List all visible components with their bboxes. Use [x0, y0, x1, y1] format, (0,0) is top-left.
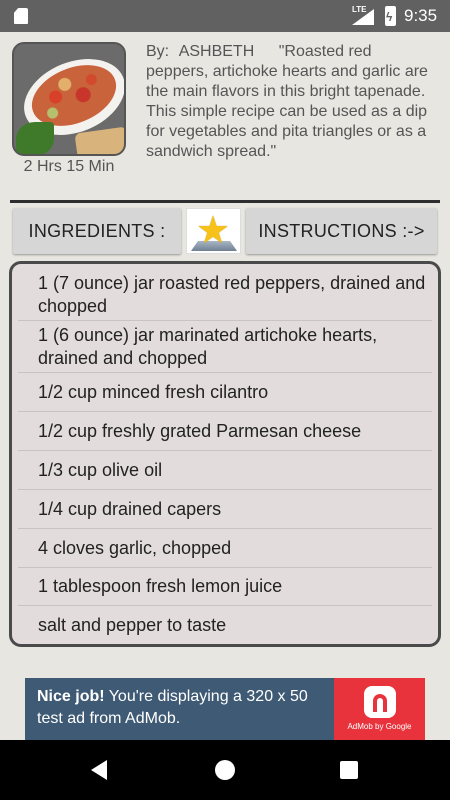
list-item[interactable]: 1/2 cup minced fresh cilantro	[18, 373, 432, 412]
admob-brand: AdMob by Google	[347, 722, 412, 731]
recipe-image	[12, 42, 126, 156]
list-item[interactable]: salt and pepper to taste	[18, 606, 432, 644]
ad-headline: Nice job!	[37, 688, 105, 705]
cook-time: 2 Hrs 15 Min	[23, 158, 115, 175]
network-type: LTE	[352, 5, 367, 14]
list-item[interactable]: 1 (6 ounce) jar marinated artichoke hear…	[18, 321, 432, 373]
list-item[interactable]: 1/3 cup olive oil	[18, 451, 432, 490]
ad-banner[interactable]: Nice job! You're displaying a 320 x 50 t…	[25, 678, 425, 740]
admob-badge: AdMob by Google	[334, 678, 425, 740]
recents-icon[interactable]	[340, 761, 358, 779]
star-icon: ★	[196, 210, 231, 252]
instructions-button[interactable]: INSTRUCTIONS :->	[246, 208, 437, 254]
recipe-description-block: By: ASHBETH "Roasted red peppers, artich…	[146, 42, 438, 162]
clock: 9:35	[404, 6, 438, 25]
tab-bar: INGREDIENTS : ★ INSTRUCTIONS :->	[0, 208, 450, 254]
ingredients-list[interactable]: 1 (7 ounce) jar roasted red peppers, dra…	[9, 261, 441, 647]
navigation-bar	[0, 740, 450, 800]
list-item[interactable]: 4 cloves garlic, chopped	[18, 529, 432, 568]
list-item[interactable]: 1/4 cup drained capers	[18, 490, 432, 529]
list-item[interactable]: 1 tablespoon fresh lemon juice	[18, 568, 432, 606]
ad-text-block: Nice job! You're displaying a 320 x 50 t…	[37, 686, 337, 730]
ingredients-button[interactable]: INGREDIENTS :	[13, 208, 181, 254]
recipe-description: "Roasted red peppers, artichoke hearts a…	[146, 43, 428, 160]
sd-card-icon	[14, 8, 28, 24]
author-name: ASHBETH	[178, 43, 255, 60]
back-icon[interactable]	[91, 760, 107, 780]
list-item[interactable]: 1/2 cup freshly grated Parmesan cheese	[18, 412, 432, 451]
favorite-button[interactable]: ★	[186, 208, 241, 254]
status-bar: LTE ϟ 9:35	[0, 0, 450, 32]
list-item[interactable]: 1 (7 ounce) jar roasted red peppers, dra…	[18, 269, 432, 321]
home-icon[interactable]	[215, 760, 235, 780]
divider	[10, 200, 440, 203]
admob-icon	[364, 686, 396, 718]
recipe-screen: 2 Hrs 15 Min By: ASHBETH "Roasted red pe…	[0, 32, 450, 678]
author-label: By:	[146, 43, 170, 60]
battery-icon: ϟ	[385, 6, 396, 26]
